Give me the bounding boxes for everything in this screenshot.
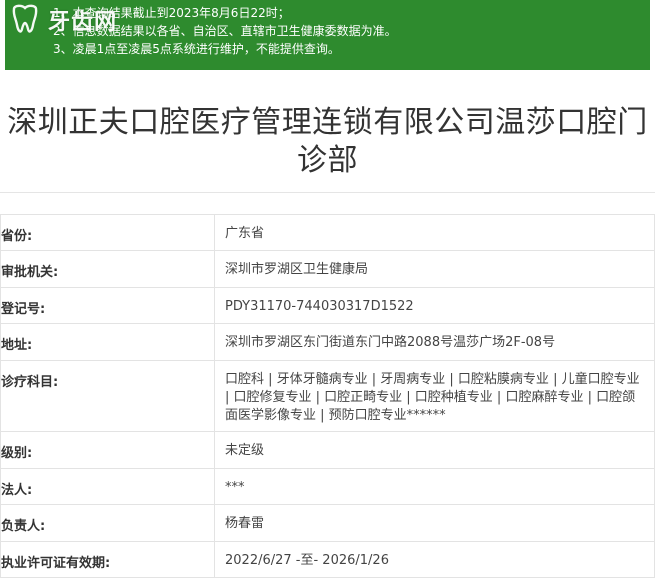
value-person-in-charge: 杨春雷 [214, 504, 655, 542]
table-row: 地址: 深圳市罗湖区东门街道东门中路2088号温莎广场2F-08号 [0, 323, 655, 361]
label-address: 地址: [0, 323, 215, 361]
value-registration-number: PDY31170-744030317D1522 [214, 287, 655, 324]
value-address: 深圳市罗湖区东门街道东门中路2088号温莎广场2F-08号 [214, 323, 655, 361]
logo-text: 牙齿网 [48, 9, 118, 35]
clinic-info-table: 省份: 广东省 审批机关: 深圳市罗湖区卫生健康局 登记号: PDY31170-… [0, 214, 655, 578]
value-level: 未定级 [214, 431, 655, 469]
notice-line-2: 2、信息数据结果以各省、自治区、直辖市卫生健康委数据为准。 [53, 24, 397, 38]
label-person-in-charge: 负责人: [0, 504, 215, 542]
label-legal-person: 法人: [0, 468, 215, 505]
label-approval-authority: 审批机关: [0, 250, 215, 288]
tooth-icon [12, 4, 38, 33]
label-registration-number: 登记号: [0, 287, 215, 324]
value-approval-authority: 深圳市罗湖区卫生健康局 [214, 250, 655, 288]
label-departments: 诊疗科目: [0, 360, 215, 432]
value-province: 广东省 [214, 214, 655, 251]
table-row: 登记号: PDY31170-744030317D1522 [0, 287, 655, 324]
label-level: 级别: [0, 431, 215, 469]
notice-line-3: 3、凌晨1点至凌晨5点系统进行维护，不能提供查询。 [53, 42, 340, 56]
page-title: 深圳正夫口腔医疗管理连锁有限公司温莎口腔门诊部 [7, 105, 648, 178]
table-row: 法人: *** [0, 468, 655, 505]
notice-line-1: 1、本查询结果截止到2023年8月6日22时； [53, 6, 290, 20]
table-row: 执业许可证有效期: 2022/6/27 -至- 2026/1/26 [0, 541, 655, 578]
value-departments: 口腔科 | 牙体牙髓病专业 | 牙周病专业 | 口腔粘膜病专业 | 儿童口腔专业… [214, 360, 655, 432]
label-license-validity: 执业许可证有效期: [0, 541, 215, 578]
table-row: 诊疗科目: 口腔科 | 牙体牙髓病专业 | 牙周病专业 | 口腔粘膜病专业 | … [0, 360, 655, 432]
site-logo[interactable]: 牙齿网 [8, 2, 138, 38]
table-row: 负责人: 杨春雷 [0, 504, 655, 542]
table-row: 省份: 广东省 [0, 214, 655, 251]
title-divider [0, 192, 655, 193]
label-province: 省份: [0, 214, 215, 251]
table-row: 审批机关: 深圳市罗湖区卫生健康局 [0, 250, 655, 288]
value-legal-person: *** [214, 468, 655, 505]
table-row: 级别: 未定级 [0, 431, 655, 469]
value-license-validity: 2022/6/27 -至- 2026/1/26 [214, 541, 655, 578]
